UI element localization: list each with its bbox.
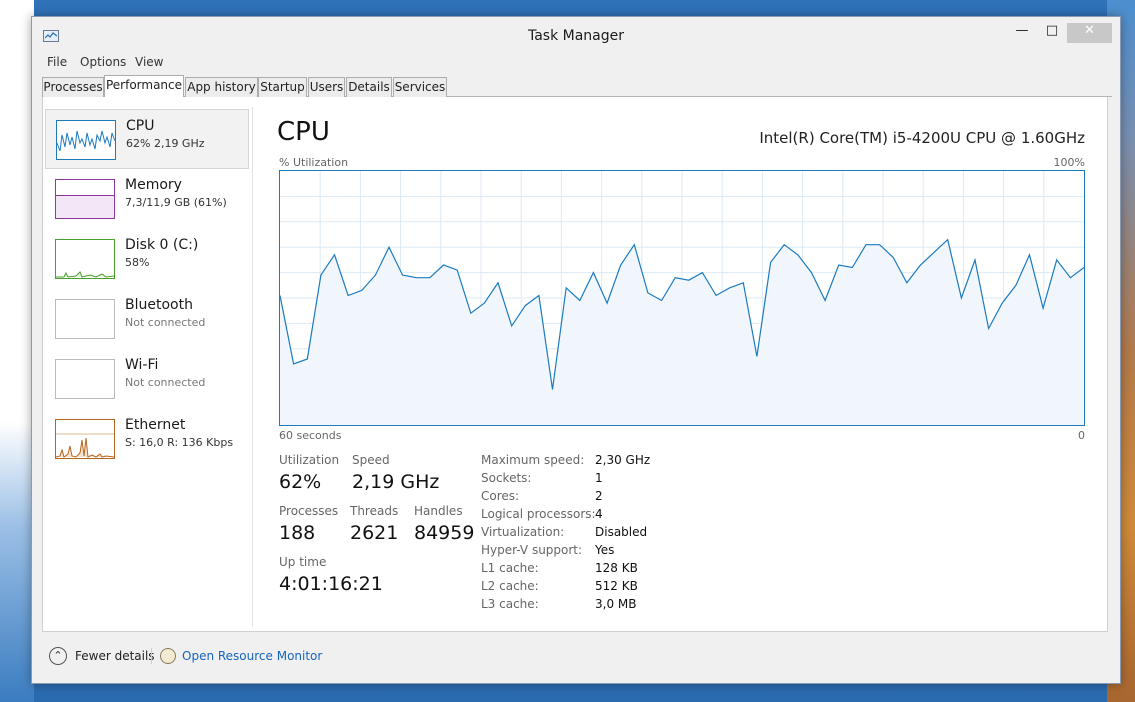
menu-options[interactable]: Options <box>80 55 126 69</box>
spec-max-speed-value: 2,30 GHz <box>595 453 651 467</box>
tab-services[interactable]: Services <box>393 77 447 97</box>
utilization-value: 62% <box>279 471 322 493</box>
sidebar-item-bluetooth-title: Bluetooth <box>125 297 193 313</box>
processes-label: Processes <box>279 504 339 518</box>
sidebar-item-disk[interactable]: Disk 0 (C:) 58% <box>45 229 249 289</box>
spec-max-speed-label: Maximum speed: <box>481 453 585 467</box>
disk-thumbnail-graph <box>55 239 115 279</box>
task-manager-window: Task Manager — □ ✕ File Options View Pro… <box>31 16 1121 684</box>
close-icon: ✕ <box>1084 23 1095 38</box>
chevron-up-icon[interactable]: ⌃ <box>49 647 67 665</box>
minimize-icon: — <box>1015 23 1029 38</box>
spec-l3-cache-label: L3 cache: <box>481 597 539 611</box>
window-title: Task Manager <box>527 28 625 44</box>
sidebar-item-ethernet[interactable]: Ethernet S: 16,0 R: 136 Kbps <box>45 409 249 469</box>
tab-performance[interactable]: Performance <box>104 75 184 98</box>
spec-virtualization-label: Virtualization: <box>481 525 565 539</box>
tab-app-history[interactable]: App history <box>185 77 258 97</box>
tab-bar: Processes Performance App history Startu… <box>42 75 1112 98</box>
panel-title: CPU <box>277 117 330 147</box>
sidebar-item-disk-title: Disk 0 (C:) <box>125 237 199 253</box>
uptime-value: 4:01:16:21 <box>279 573 383 595</box>
menu-bar: File Options View <box>32 53 1120 73</box>
speed-label: Speed <box>352 453 390 467</box>
sidebar-item-wifi[interactable]: Wi-Fi Not connected <box>45 349 249 409</box>
sidebar-item-ethernet-sub: S: 16,0 R: 136 Kbps <box>125 436 234 449</box>
tab-users[interactable]: Users <box>308 77 345 97</box>
sidebar-item-bluetooth[interactable]: Bluetooth Not connected <box>45 289 249 349</box>
y-axis-max-label: 100% <box>1053 156 1085 169</box>
spec-l1-cache-value: 128 KB <box>595 561 638 575</box>
spec-sockets-value: 1 <box>595 471 603 485</box>
spec-l3-cache-value: 3,0 MB <box>595 597 637 611</box>
sidebar-item-cpu[interactable]: CPU 62% 2,19 GHz <box>45 109 249 169</box>
spec-virtualization-value: Disabled <box>595 525 648 539</box>
bluetooth-thumbnail-graph <box>55 299 115 339</box>
speed-value: 2,19 GHz <box>352 471 440 493</box>
performance-panel: CPU 62% 2,19 GHz Memory 7,3/11,9 GB (61%… <box>42 97 1108 632</box>
resource-monitor-icon[interactable] <box>160 648 176 664</box>
maximize-icon: □ <box>1045 23 1059 38</box>
spec-hyperv-label: Hyper-V support: <box>481 543 583 557</box>
utilization-label: Utilization <box>279 453 340 467</box>
cpu-thumbnail-graph <box>56 120 116 160</box>
uptime-label: Up time <box>279 555 327 569</box>
sidebar-divider <box>252 107 253 627</box>
menu-file[interactable]: File <box>47 55 67 69</box>
cpu-utilization-graph <box>279 170 1085 426</box>
threads-value: 2621 <box>350 522 399 544</box>
footer-bar: ⌃ Fewer details Open Resource Monitor <box>32 637 1120 677</box>
menu-view[interactable]: View <box>135 55 163 69</box>
close-button[interactable]: ✕ <box>1067 23 1112 43</box>
spec-logical-processors-value: 4 <box>595 507 603 521</box>
sidebar-item-memory[interactable]: Memory 7,3/11,9 GB (61%) <box>45 169 249 229</box>
minimize-button[interactable]: — <box>1007 23 1037 43</box>
maximize-button[interactable]: □ <box>1037 23 1067 43</box>
spec-cores-value: 2 <box>595 489 603 503</box>
footer-separator <box>151 648 152 664</box>
fewer-details-button[interactable]: Fewer details <box>75 649 155 663</box>
spec-logical-processors-label: Logical processors: <box>481 507 596 521</box>
sidebar-item-disk-sub: 58% <box>125 256 150 269</box>
spec-hyperv-value: Yes <box>595 543 615 557</box>
tab-details[interactable]: Details <box>346 77 392 97</box>
spec-l2-cache-value: 512 KB <box>595 579 638 593</box>
handles-label: Handles <box>414 504 463 518</box>
memory-thumbnail-graph <box>55 179 115 219</box>
sidebar-item-ethernet-title: Ethernet <box>125 417 186 433</box>
sidebar-item-memory-sub: 7,3/11,9 GB (61%) <box>125 196 227 209</box>
cpu-model-name: Intel(R) Core(TM) i5-4200U CPU @ 1.60GHz <box>759 129 1085 147</box>
spec-cores-label: Cores: <box>481 489 520 503</box>
sidebar-item-wifi-sub: Not connected <box>125 376 206 389</box>
sidebar-item-wifi-title: Wi-Fi <box>125 357 159 373</box>
processes-value: 188 <box>279 522 316 544</box>
x-axis-right-label: 0 <box>1078 429 1085 442</box>
open-resource-monitor-link[interactable]: Open Resource Monitor <box>182 649 322 663</box>
spec-sockets-label: Sockets: <box>481 471 532 485</box>
spec-l2-cache-label: L2 cache: <box>481 579 539 593</box>
tab-processes[interactable]: Processes <box>42 77 104 97</box>
sidebar-item-memory-title: Memory <box>125 177 182 193</box>
y-axis-label: % Utilization <box>279 156 349 169</box>
threads-label: Threads <box>350 504 399 518</box>
handles-value: 84959 <box>414 522 475 544</box>
tab-startup[interactable]: Startup <box>258 77 307 97</box>
sidebar-item-cpu-title: CPU <box>126 118 155 134</box>
wifi-thumbnail-graph <box>55 359 115 399</box>
desktop-background-left <box>0 0 34 702</box>
sidebar-item-bluetooth-sub: Not connected <box>125 316 206 329</box>
title-bar[interactable]: Task Manager — □ ✕ <box>32 17 1120 53</box>
cpu-utilization-chart <box>279 171 1085 425</box>
x-axis-left-label: 60 seconds <box>279 429 342 442</box>
spec-l1-cache-label: L1 cache: <box>481 561 539 575</box>
ethernet-thumbnail-graph <box>55 419 115 459</box>
sidebar-item-cpu-sub: 62% 2,19 GHz <box>126 137 205 150</box>
